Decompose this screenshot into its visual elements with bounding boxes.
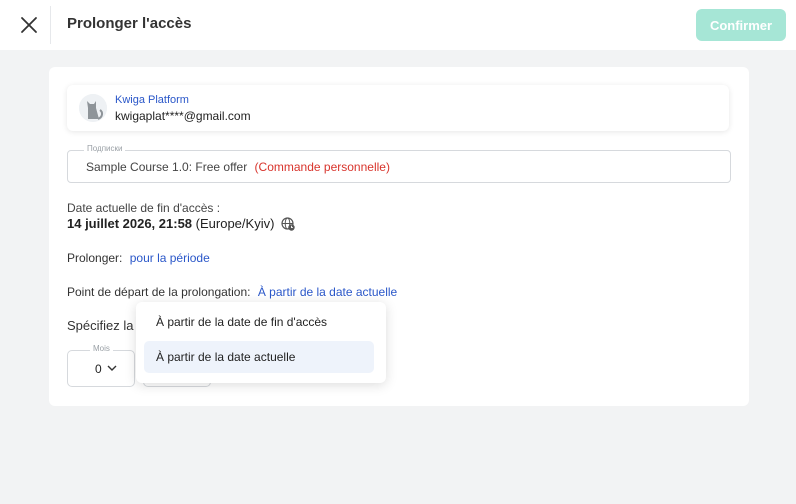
user-card: Kwiga Platform kwigaplat****@gmail.com: [67, 85, 729, 131]
user-name[interactable]: Kwiga Platform: [115, 94, 189, 106]
month-select[interactable]: Mois 0: [67, 344, 135, 387]
subscription-type: (Commande personnelle): [254, 160, 390, 174]
month-value: 0: [95, 362, 102, 376]
extend-row: Prolonger: pour la période: [67, 251, 210, 265]
access-end-value: 14 juillet 2026, 21:58 (Europe/Kyiv): [67, 216, 295, 231]
top-bar: Prolonger l'accès Confirmer: [0, 0, 796, 50]
specify-period-label: Spécifiez la p: [67, 318, 145, 333]
start-point-link[interactable]: À partir de la date actuelle: [258, 285, 397, 299]
subscription-legend: Подписки: [84, 144, 126, 153]
close-button[interactable]: [17, 13, 41, 37]
dropdown-option-label: À partir de la date actuelle: [156, 350, 296, 364]
start-point-row: Point de départ de la prolongation: À pa…: [67, 285, 397, 299]
chevron-down-icon: [107, 365, 117, 371]
cat-avatar-icon: [79, 94, 107, 122]
page-title: Prolonger l'accès: [67, 15, 192, 32]
subscription-offer: Sample Course 1.0: Free offer: [86, 160, 248, 174]
close-icon: [21, 17, 37, 33]
avatar: [79, 94, 107, 122]
start-point-label: Point de départ de la prolongation:: [67, 285, 251, 299]
access-end-label: Date actuelle de fin d'accès :: [67, 201, 221, 215]
start-point-dropdown: À partir de la date de fin d'accès À par…: [136, 302, 386, 383]
access-end-date: 14 juillet 2026, 21:58: [67, 216, 193, 231]
divider: [50, 6, 51, 44]
dropdown-option-label: À partir de la date de fin d'accès: [156, 315, 328, 329]
subscription-value: Sample Course 1.0: Free offer (Commande …: [86, 160, 390, 174]
extend-period-link[interactable]: pour la période: [130, 251, 210, 265]
dropdown-option-end-date[interactable]: À partir de la date de fin d'accès: [144, 306, 374, 338]
dropdown-option-current-date[interactable]: À partir de la date actuelle: [144, 341, 374, 373]
globe-clock-icon: [281, 217, 295, 231]
extend-label: Prolonger:: [67, 251, 123, 265]
month-legend: Mois: [90, 344, 113, 353]
access-end-timezone: (Europe/Kyiv): [195, 216, 275, 231]
subscription-field[interactable]: Подписки Sample Course 1.0: Free offer (…: [67, 144, 731, 183]
user-email: kwigaplat****@gmail.com: [115, 109, 251, 123]
confirm-button[interactable]: Confirmer: [696, 9, 786, 41]
